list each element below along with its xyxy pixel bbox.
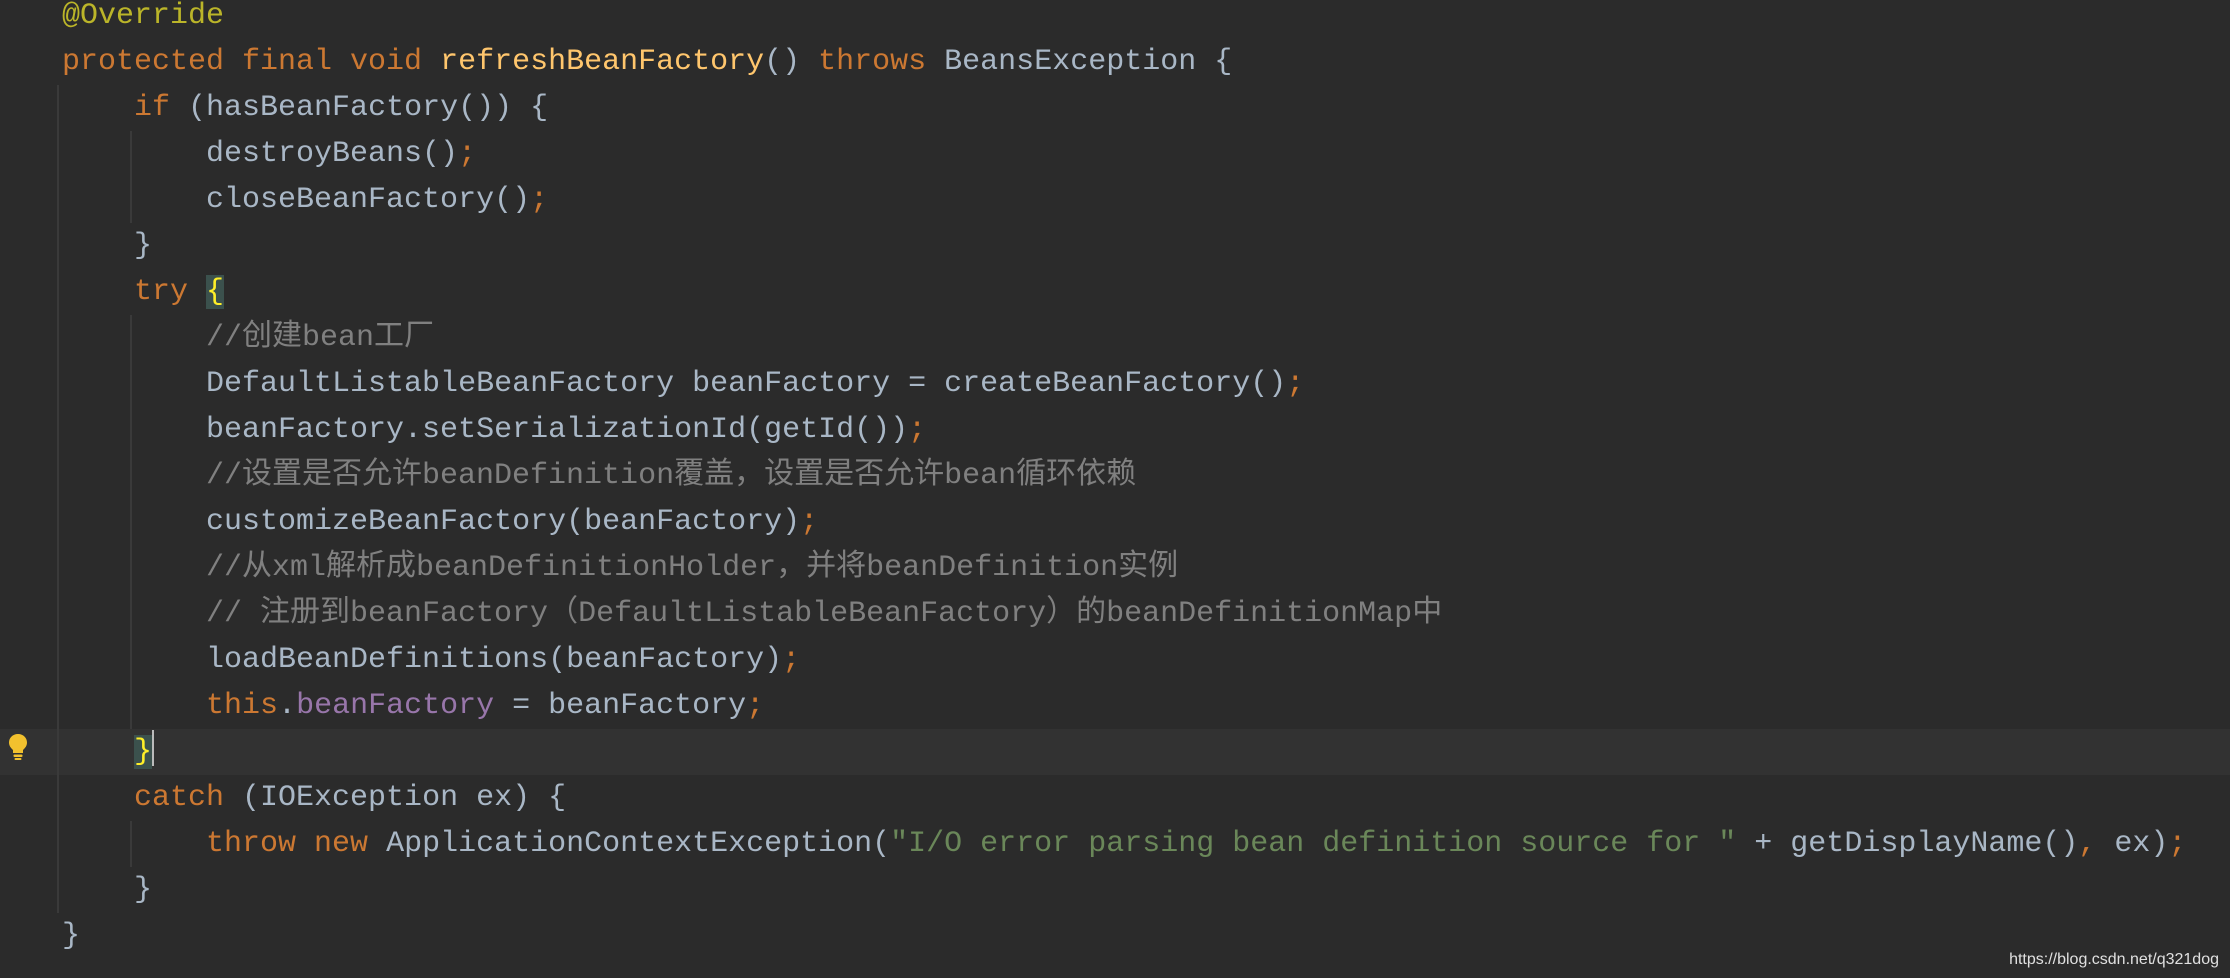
keyword-token[interactable]: ; <box>908 413 926 447</box>
keyword-token[interactable]: if <box>62 91 170 125</box>
plain-token[interactable]: } <box>62 919 80 953</box>
code-line[interactable]: if (hasBeanFactory()) { <box>0 85 2230 131</box>
code-line[interactable]: closeBeanFactory(); <box>0 177 2230 223</box>
plain-token[interactable]: BeansException { <box>926 45 1232 79</box>
code-line[interactable]: } <box>0 223 2230 269</box>
code-line[interactable]: customizeBeanFactory(beanFactory); <box>0 499 2230 545</box>
current-code-line[interactable]: } <box>0 729 2230 775</box>
keyword-token[interactable]: this <box>62 689 278 723</box>
keyword-token[interactable]: ; <box>800 505 818 539</box>
keyword-token[interactable]: , <box>2078 827 2096 861</box>
keyword-token[interactable]: ; <box>1286 367 1304 401</box>
indent-guide <box>57 85 59 913</box>
code-line[interactable]: protected final void refreshBeanFactory(… <box>0 39 2230 85</box>
plain-token[interactable]: = beanFactory <box>494 689 746 723</box>
code-line[interactable]: //从xml解析成beanDefinitionHolder，并将beanDefi… <box>0 545 2230 591</box>
indent-guide <box>130 131 132 223</box>
plain-token[interactable]: } <box>62 873 152 907</box>
plain-token[interactable]: ex) <box>2096 827 2168 861</box>
plain-token[interactable]: (hasBeanFactory()) { <box>170 91 548 125</box>
plain-token[interactable]: beanFactory.setSerializationId(getId()) <box>62 413 908 447</box>
code-line[interactable]: @Override <box>0 0 2230 39</box>
annotation-token[interactable]: @Override <box>62 0 224 33</box>
plain-token[interactable]: (IOException ex) { <box>224 781 566 815</box>
code-line[interactable]: // 注册到beanFactory（DefaultListableBeanFac… <box>0 591 2230 637</box>
comment-token[interactable]: //设置是否允许beanDefinition覆盖，设置是否允许bean循环依赖 <box>62 459 1136 493</box>
brace-match-token[interactable]: } <box>134 735 153 769</box>
keyword-token[interactable]: ; <box>458 137 476 171</box>
code-line[interactable]: } <box>0 913 2230 959</box>
plain-token[interactable] <box>62 735 134 769</box>
code-line[interactable]: } <box>0 867 2230 913</box>
keyword-token[interactable]: throws <box>818 45 926 79</box>
code-line[interactable]: beanFactory.setSerializationId(getId()); <box>0 407 2230 453</box>
plain-token[interactable]: + getDisplayName() <box>1736 827 2078 861</box>
comment-token[interactable]: //创建bean工厂 <box>62 321 434 355</box>
comment-token[interactable]: //从xml解析成beanDefinitionHolder，并将beanDefi… <box>62 551 1178 585</box>
code-line[interactable]: //设置是否允许beanDefinition覆盖，设置是否允许bean循环依赖 <box>0 453 2230 499</box>
code-line[interactable]: try { <box>0 269 2230 315</box>
code-line[interactable]: destroyBeans(); <box>0 131 2230 177</box>
keyword-token[interactable]: ; <box>782 643 800 677</box>
field-token[interactable]: beanFactory <box>296 689 494 723</box>
plain-token[interactable]: ApplicationContextException( <box>386 827 890 861</box>
keyword-token[interactable]: ; <box>746 689 764 723</box>
method-decl-token[interactable]: refreshBeanFactory <box>440 45 764 79</box>
plain-token[interactable]: destroyBeans() <box>62 137 458 171</box>
indent-guide <box>130 821 132 867</box>
keyword-token[interactable]: ; <box>2168 827 2186 861</box>
intention-bulb-icon[interactable] <box>8 733 28 761</box>
keyword-token[interactable]: throw new <box>62 827 386 861</box>
plain-token[interactable]: DefaultListableBeanFactory beanFactory =… <box>62 367 1286 401</box>
code-line[interactable]: throw new ApplicationContextException("I… <box>0 821 2230 867</box>
text-caret <box>152 730 155 767</box>
watermark: https://blog.csdn.net/q321dog <box>2009 951 2219 968</box>
code-line[interactable]: //创建bean工厂 <box>0 315 2230 361</box>
brace-match-token[interactable]: { <box>206 275 225 309</box>
indent-guide <box>130 315 132 729</box>
plain-token[interactable]: } <box>62 229 152 263</box>
code-area[interactable]: @Override protected final void refreshBea… <box>0 0 2230 959</box>
plain-token[interactable]: loadBeanDefinitions(beanFactory) <box>62 643 782 677</box>
code-line[interactable]: DefaultListableBeanFactory beanFactory =… <box>0 361 2230 407</box>
keyword-token[interactable]: ; <box>530 183 548 217</box>
code-editor[interactable]: @Override protected final void refreshBea… <box>0 0 2230 978</box>
plain-token[interactable]: . <box>278 689 296 723</box>
keyword-token[interactable]: catch <box>62 781 224 815</box>
comment-token[interactable]: // 注册到beanFactory（DefaultListableBeanFac… <box>62 597 1442 631</box>
code-line[interactable]: this.beanFactory = beanFactory; <box>0 683 2230 729</box>
plain-token[interactable]: customizeBeanFactory(beanFactory) <box>62 505 800 539</box>
plain-token[interactable]: closeBeanFactory() <box>62 183 530 217</box>
keyword-token[interactable]: try <box>62 275 206 309</box>
code-line[interactable]: catch (IOException ex) { <box>0 775 2230 821</box>
keyword-token[interactable]: protected final void <box>62 45 440 79</box>
code-line[interactable]: loadBeanDefinitions(beanFactory); <box>0 637 2230 683</box>
string-token[interactable]: "I/O error parsing bean definition sourc… <box>890 827 1736 861</box>
plain-token[interactable]: () <box>764 45 818 79</box>
